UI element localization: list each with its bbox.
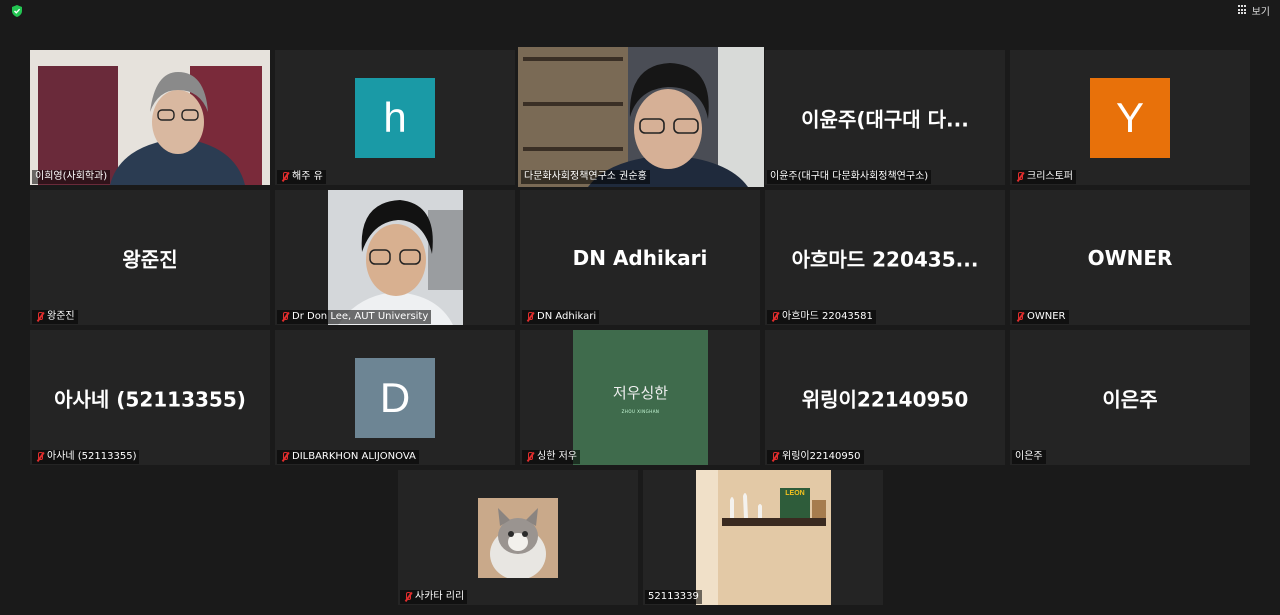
display-name: 아흐마드 220435...: [791, 247, 979, 271]
mic-muted-icon: [280, 312, 289, 322]
participant-tile[interactable]: h 해주 유: [275, 50, 515, 185]
participant-name: 이윤주(대구대 다문화사회정책연구소): [767, 170, 932, 184]
mic-muted-icon: [35, 312, 44, 322]
participant-name: 사카타 리리: [400, 590, 468, 604]
active-speaker-tile[interactable]: 다문화사회정책연구소 권순홍: [518, 47, 764, 187]
avatar: h: [355, 78, 435, 158]
display-name: 이은주: [1102, 387, 1158, 411]
participant-name: 아흐마드 22043581: [767, 310, 876, 324]
participant-tile[interactable]: 이희영(사회학과): [30, 50, 270, 185]
mic-muted-icon: [35, 452, 44, 462]
mic-muted-icon: [1015, 312, 1024, 322]
participant-tile[interactable]: 사카타 리리: [398, 470, 638, 605]
mic-muted-icon: [403, 592, 412, 602]
display-name: 아사네 (52113355): [54, 387, 246, 411]
profile-card: 저우싱한 ZHOU XINGHAN: [573, 330, 708, 465]
participant-name: 위링이22140950: [767, 450, 864, 464]
participant-name: Dr Don Lee, AUT University: [277, 310, 432, 324]
participant-tile[interactable]: DN Adhikari DN Adhikari: [520, 190, 760, 325]
participant-name: 싱한 저우: [522, 450, 580, 464]
mic-muted-icon: [280, 172, 289, 182]
participant-tile[interactable]: D DILBARKHON ALIJONOVA: [275, 330, 515, 465]
participant-tile[interactable]: 이은주 이은주: [1010, 330, 1250, 465]
participant-tile[interactable]: 위링이22140950 위링이22140950: [765, 330, 1005, 465]
display-name: 이윤주(대구대 다...: [801, 107, 969, 131]
participant-name: 이희영(사회학과): [32, 170, 111, 184]
participant-name: OWNER: [1012, 310, 1069, 324]
participant-name: 다문화사회정책연구소 권순홍: [521, 170, 650, 184]
mic-muted-icon: [770, 312, 779, 322]
participant-name: 해주 유: [277, 170, 326, 184]
cat-photo: [478, 498, 558, 578]
view-label: 보기: [1251, 6, 1270, 18]
participant-tile[interactable]: Dr Don Lee, AUT University: [275, 190, 515, 325]
participant-name: DN Adhikari: [522, 310, 600, 324]
participant-tile[interactable]: 저우싱한 ZHOU XINGHAN 싱한 저우: [520, 330, 760, 465]
display-name: 위링이22140950: [801, 387, 969, 411]
avatar: Y: [1090, 78, 1170, 158]
participant-name: 크리스토퍼: [1012, 170, 1076, 184]
participant-video: [328, 190, 463, 325]
mic-muted-icon: [525, 452, 534, 462]
mic-muted-icon: [280, 452, 289, 462]
participant-video: [696, 470, 831, 605]
participant-name: 아사네 (52113355): [32, 450, 140, 464]
participant-tile[interactable]: Y 크리스토퍼: [1010, 50, 1250, 185]
mic-muted-icon: [770, 452, 779, 462]
participant-tile[interactable]: 아흐마드 220435... 아흐마드 22043581: [765, 190, 1005, 325]
participant-tile[interactable]: 왕준진 왕준진: [30, 190, 270, 325]
participant-tile[interactable]: OWNER OWNER: [1010, 190, 1250, 325]
grid-icon: [1237, 5, 1248, 15]
book-title: LEON: [785, 490, 805, 497]
participant-video: [30, 50, 270, 185]
participant-name: 52113339: [645, 590, 702, 604]
display-name: DN Adhikari: [572, 245, 708, 270]
participant-name: 왕준진: [32, 310, 78, 324]
participant-tile[interactable]: 이윤주(대구대 다... 이윤주(대구대 다문화사회정책연구소): [765, 50, 1005, 185]
participant-tile[interactable]: LEON 52113339: [643, 470, 883, 605]
mic-muted-icon: [525, 312, 534, 322]
participant-name: 이은주: [1012, 450, 1046, 464]
participant-tile[interactable]: 아사네 (52113355) 아사네 (52113355): [30, 330, 270, 465]
shield-check-icon[interactable]: [10, 4, 24, 18]
display-name: OWNER: [1087, 245, 1173, 270]
participant-video: [518, 47, 764, 187]
avatar: D: [355, 358, 435, 438]
participant-name: DILBARKHON ALIJONOVA: [277, 450, 419, 464]
view-button[interactable]: 보기: [1237, 2, 1270, 18]
mic-muted-icon: [1015, 172, 1024, 182]
display-name: 왕준진: [122, 247, 178, 271]
